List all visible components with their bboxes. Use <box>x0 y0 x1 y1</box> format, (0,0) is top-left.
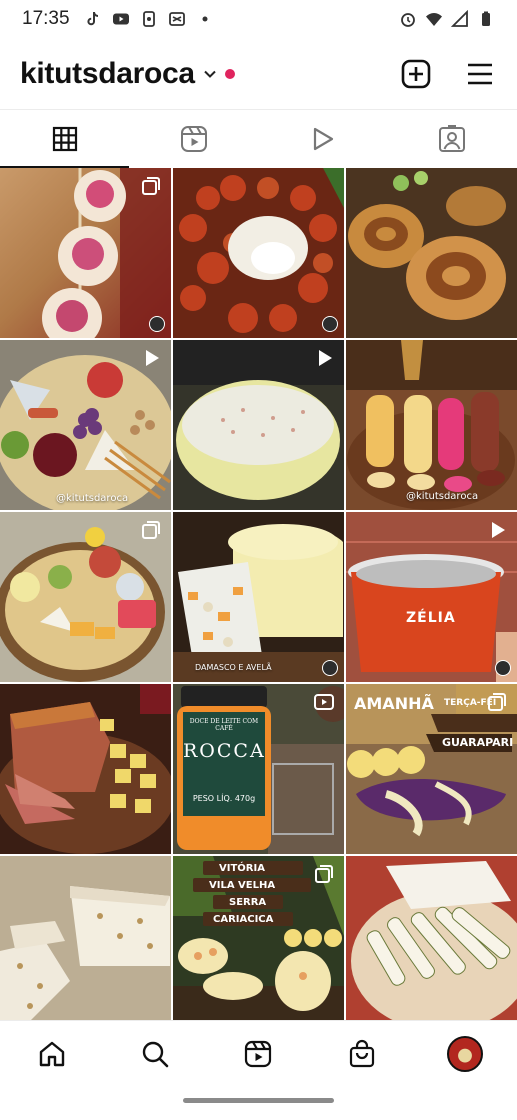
nav-home[interactable] <box>32 1034 72 1074</box>
brand-logo <box>495 660 511 676</box>
profile-avatar <box>447 1035 484 1072</box>
post-image <box>0 856 171 1020</box>
wifi-icon <box>426 13 442 26</box>
jar-weight: PESO LÍQ. 470g <box>192 794 256 803</box>
nav-profile[interactable] <box>445 1034 485 1074</box>
post-thumbnail[interactable] <box>0 856 171 1020</box>
signal-icon <box>451 10 468 27</box>
profile-header: kitutsdaroca <box>0 38 517 110</box>
create-icon <box>401 59 431 88</box>
brand-logo <box>322 660 338 676</box>
post-image <box>173 168 344 338</box>
search-icon <box>142 1041 169 1067</box>
tiktok-icon <box>86 11 98 26</box>
reel-icon <box>146 350 159 366</box>
youtube-icon <box>112 13 129 25</box>
post-image <box>0 684 171 854</box>
post-thumbnail[interactable]: AMANHÃ TERÇA-FEI GUARAPARI <box>346 684 517 854</box>
posts-grid: @kitutsdaroca @kitutsdaroca DAMASCO E AV… <box>0 168 517 1020</box>
tagged-icon <box>439 125 466 152</box>
phone-bank-icon <box>142 11 155 27</box>
status-right-icons <box>399 10 495 28</box>
post-image <box>346 856 517 1020</box>
carousel-icon <box>488 693 506 711</box>
post-thumbnail[interactable]: ZÉLIA <box>346 512 517 682</box>
nav-reels[interactable] <box>238 1034 278 1074</box>
city-cariacica: CARIACICA <box>213 914 274 925</box>
post-thumbnail[interactable] <box>0 684 171 854</box>
post-thumbnail[interactable]: @kitutsdaroca <box>346 340 517 510</box>
brand-logo <box>322 316 338 332</box>
profile-tabs <box>0 110 517 168</box>
battery-icon <box>482 11 490 26</box>
reels-nav-icon <box>245 1040 272 1067</box>
username-switcher[interactable]: kitutsdaroca <box>20 57 195 91</box>
post-thumbnail[interactable] <box>346 856 517 1020</box>
reel-icon <box>319 350 332 366</box>
post-thumbnail[interactable]: DOCE DE LEITE COM CAFÉ ROCCA PESO LÍQ. 4… <box>173 684 344 854</box>
post-image <box>346 168 517 338</box>
carousel-icon <box>315 865 333 883</box>
shop-icon <box>349 1039 374 1067</box>
tub-brand-label: ZÉLIA <box>406 610 456 626</box>
dot-icon <box>202 16 208 22</box>
tab-reels[interactable] <box>129 110 258 168</box>
city-vitoria: VITÓRIA <box>219 863 265 874</box>
status-left-icons <box>84 10 214 28</box>
alarm-icon <box>401 13 415 27</box>
city-vila-velha: VILA VELHA <box>209 880 276 891</box>
nav-shop[interactable] <box>342 1034 382 1074</box>
menu-button[interactable] <box>463 57 497 91</box>
post-caption-flavor: DAMASCO E AVELÃ <box>195 663 272 672</box>
bottom-navigation <box>0 1020 517 1086</box>
reel-icon <box>492 522 505 538</box>
post-thumbnail[interactable] <box>173 168 344 338</box>
home-icon <box>39 1041 64 1066</box>
menu-icon <box>468 63 492 84</box>
home-indicator[interactable] <box>183 1098 334 1103</box>
status-bar: 17:35 <box>0 0 517 38</box>
carousel-icon <box>142 177 160 195</box>
brand-logo <box>149 316 165 332</box>
jar-brand: ROCCA <box>183 740 266 762</box>
carousel-icon <box>142 521 160 539</box>
jar-product-title: DOCE DE LEITE COM CAFÉ <box>189 718 259 732</box>
chevron-down-icon[interactable] <box>203 67 217 81</box>
post-thumbnail[interactable]: DAMASCO E AVELÃ <box>173 512 344 682</box>
overlay-amanha: AMANHÃ <box>354 694 434 713</box>
post-thumbnail[interactable] <box>346 168 517 338</box>
tab-posts-grid[interactable] <box>0 110 130 168</box>
post-thumbnail[interactable]: @kitutsdaroca <box>0 340 171 510</box>
post-caption-handle: @kitutsdaroca <box>406 491 479 502</box>
post-thumbnail[interactable] <box>0 168 171 338</box>
reels-icon <box>180 126 207 152</box>
post-image <box>173 512 344 682</box>
post-image <box>346 340 517 510</box>
post-thumbnail[interactable] <box>0 512 171 682</box>
overlay-city: GUARAPARI <box>442 736 514 749</box>
post-thumbnail[interactable]: VITÓRIA VILA VELHA SERRA CARIACICA <box>173 856 344 1020</box>
grid-icon <box>52 126 77 152</box>
reel-icon <box>314 694 334 710</box>
post-caption-handle: @kitutsdaroca <box>56 493 129 504</box>
tab-videos[interactable] <box>259 110 388 168</box>
header-actions <box>399 57 497 91</box>
create-button[interactable] <box>399 57 433 91</box>
capcut-icon <box>168 12 185 26</box>
notification-dot <box>224 68 235 79</box>
tab-tagged[interactable] <box>388 110 517 168</box>
post-thumbnail[interactable] <box>173 340 344 510</box>
play-icon <box>314 127 334 151</box>
status-time: 17:35 <box>22 8 70 29</box>
city-serra: SERRA <box>229 897 267 908</box>
nav-search[interactable] <box>135 1034 175 1074</box>
